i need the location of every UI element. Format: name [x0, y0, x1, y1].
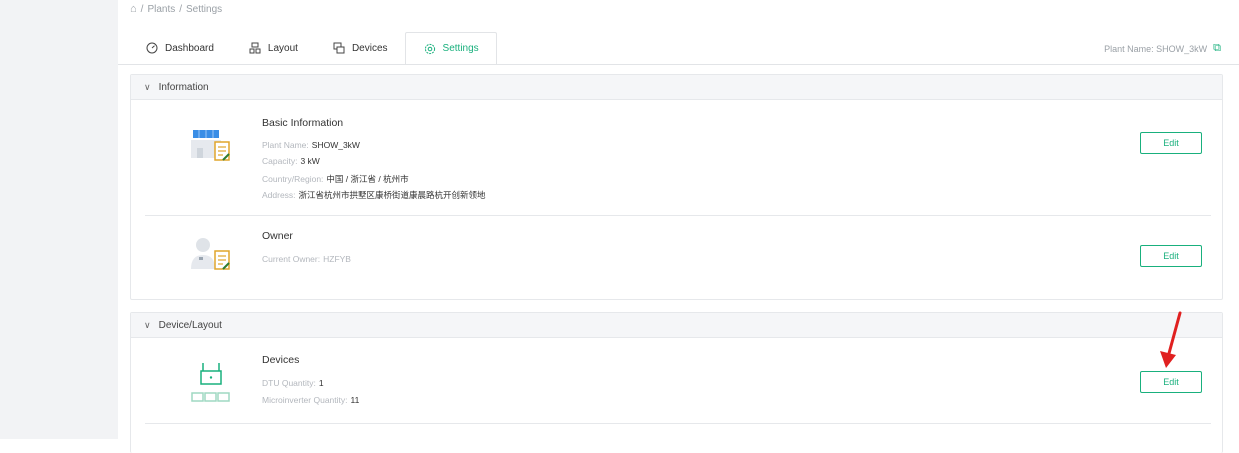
chevron-down-icon: ∨ [144, 319, 151, 330]
info-value: SHOW_3kW [311, 140, 360, 150]
plant-info-icon [187, 126, 233, 164]
device-row-dtu-quantity: DTU Quantity: 1 [262, 378, 324, 388]
tab-dashboard[interactable]: Dashboard [128, 32, 231, 64]
info-row-plant-name: Plant Name: SHOW_3kW [262, 140, 360, 150]
info-value: 11 [350, 395, 360, 405]
main-content: ⌂ / Plants / Settings Dashboard Layout D… [118, 0, 1239, 453]
layout-icon [249, 42, 261, 54]
breadcrumb: ⌂ / Plants / Settings [130, 3, 222, 15]
info-label: Current Owner: [262, 254, 321, 264]
tab-layout[interactable]: Layout [231, 32, 315, 64]
left-gutter [0, 0, 118, 439]
edit-owner-button[interactable]: Edit [1140, 245, 1202, 267]
section-title: Information [158, 81, 209, 93]
plant-name-text: Plant Name: SHOW_3kW [1104, 43, 1208, 54]
information-section-header[interactable]: ∨ Information [131, 75, 1222, 100]
tab-settings[interactable]: Settings [404, 32, 497, 65]
plant-name-header: Plant Name: SHOW_3kW ⧉ [1104, 42, 1221, 55]
tab-label: Devices [351, 42, 388, 54]
breadcrumb-plants[interactable]: Plants [147, 4, 175, 15]
info-label: Capacity: [262, 156, 298, 166]
breadcrumb-settings: Settings [186, 3, 223, 15]
devices-icon [333, 42, 345, 54]
home-icon[interactable]: ⌂ [130, 3, 137, 15]
devices-icon [187, 359, 235, 407]
info-value: 1 [318, 378, 324, 388]
tab-label: Layout [267, 42, 298, 54]
settings-icon [424, 43, 435, 54]
tab-label: Settings [442, 43, 479, 54]
info-value: HZFYB [323, 254, 351, 264]
info-value: 中国 / 浙江省 / 杭州市 [326, 174, 409, 184]
info-value: 3 kW [300, 156, 320, 166]
owner-title: Owner [262, 230, 293, 242]
info-row-address: Address: 浙江省杭州市拱墅区康桥街道康晨路杭开创新领地 [262, 189, 486, 201]
info-row-capacity: Capacity: 3 kW [262, 156, 320, 166]
owner-icon [187, 235, 233, 273]
info-label: Plant Name: [262, 140, 309, 150]
edit-devices-button[interactable]: Edit [1140, 371, 1202, 393]
breadcrumb-separator: / [140, 3, 144, 15]
chevron-down-icon: ∨ [144, 81, 151, 92]
information-section: ∨ Information Basic Information Plant Na… [130, 74, 1223, 300]
external-link-icon[interactable]: ⧉ [1213, 42, 1221, 55]
info-row-country-region: Country/Region: 中国 / 浙江省 / 杭州市 [262, 173, 409, 185]
tab-devices[interactable]: Devices [315, 32, 405, 64]
info-label: Country/Region: [262, 174, 324, 184]
info-label: Microinverter Quantity: [262, 395, 348, 405]
dashboard-icon [146, 42, 158, 54]
devices-title: Devices [262, 354, 300, 366]
owner-row-current-owner: Current Owner: HZFYB [262, 254, 351, 264]
item-divider [145, 423, 1211, 424]
item-divider [145, 215, 1211, 216]
tab-underline [118, 64, 1239, 65]
device-layout-section: ∨ Device/Layout Devices DTU Quantity: 1 M… [130, 312, 1223, 453]
info-value: 浙江省杭州市拱墅区康桥街道康晨路杭开创新领地 [298, 190, 486, 200]
device-row-microinverter-quantity: Microinverter Quantity: 11 [262, 395, 359, 405]
info-label: DTU Quantity: [262, 378, 316, 388]
tab-label: Dashboard [165, 42, 214, 54]
breadcrumb-separator: / [179, 3, 183, 15]
section-title: Device/Layout [158, 319, 222, 331]
device-layout-section-header[interactable]: ∨ Device/Layout [131, 313, 1222, 338]
tab-bar: Dashboard Layout Devices Settings [128, 32, 497, 65]
edit-basic-information-button[interactable]: Edit [1140, 132, 1202, 154]
annotation-arrow-icon [1160, 311, 1182, 368]
info-label: Address: [262, 190, 296, 200]
basic-information-title: Basic Information [262, 117, 344, 129]
